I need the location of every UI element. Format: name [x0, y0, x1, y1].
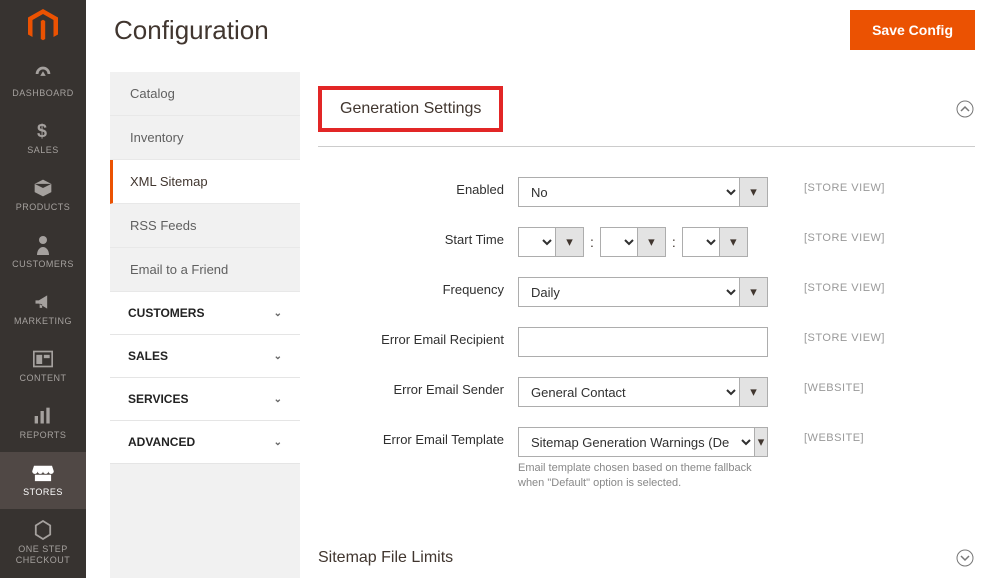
nav-label: DASHBOARD — [12, 88, 74, 98]
chevron-down-icon: ⌄ — [274, 437, 282, 448]
select-enabled[interactable]: No ▾ — [518, 177, 768, 207]
chevron-down-icon: ⌄ — [274, 394, 282, 405]
expand-down-icon — [955, 548, 975, 568]
nav-label: REPORTS — [20, 430, 67, 440]
scope-label: [WEBSITE] — [768, 427, 864, 444]
bars-icon — [33, 405, 53, 427]
dropdown-arrow-icon: ▾ — [637, 228, 665, 256]
person-icon — [36, 234, 50, 256]
dropdown-arrow-icon: ▾ — [719, 228, 747, 256]
select-error-sender[interactable]: General Contact ▾ — [518, 377, 768, 407]
group-label: SALES — [128, 349, 168, 363]
sidebar-item-email-friend[interactable]: Email to a Friend — [110, 248, 300, 292]
select-error-template[interactable]: Sitemap Generation Warnings (De ▾ — [518, 427, 768, 457]
layout-icon — [33, 348, 53, 370]
select-minute[interactable]: 00▾ — [600, 227, 666, 257]
scope-label: [STORE VIEW] — [768, 177, 885, 194]
select-frequency[interactable]: Daily ▾ — [518, 277, 768, 307]
store-icon — [32, 462, 54, 484]
sidebar-item-rss-feeds[interactable]: RSS Feeds — [110, 204, 300, 248]
label-error-template: Error Email Template — [318, 427, 518, 447]
nav-label: STORES — [23, 487, 63, 497]
config-sidebar: Catalog Inventory XML Sitemap RSS Feeds … — [110, 72, 300, 578]
dropdown-arrow-icon: ▾ — [555, 228, 583, 256]
scope-label: [STORE VIEW] — [768, 277, 885, 294]
label-error-sender: Error Email Sender — [318, 377, 518, 397]
section-generation-settings[interactable]: Generation Settings — [318, 72, 975, 147]
dropdown-arrow-icon: ▾ — [739, 278, 767, 306]
field-hint: Email template chosen based on theme fal… — [518, 461, 758, 492]
scope-label: [WEBSITE] — [768, 377, 864, 394]
nav-label: CONTENT — [20, 373, 67, 383]
nav-content[interactable]: CONTENT — [0, 338, 86, 395]
scope-label: [STORE VIEW] — [768, 327, 885, 344]
scope-label: [STORE VIEW] — [768, 227, 885, 244]
svg-text:$: $ — [37, 121, 48, 141]
label-enabled: Enabled — [318, 177, 518, 197]
time-separator: : — [666, 234, 682, 250]
sidebar-group-sales[interactable]: SALES ⌄ — [110, 335, 300, 378]
nav-customers[interactable]: CUSTOMERS — [0, 224, 86, 281]
sidebar-item-catalog[interactable]: Catalog — [110, 72, 300, 116]
group-label: SERVICES — [128, 392, 188, 406]
select-hour[interactable]: 00▾ — [518, 227, 584, 257]
sidebar-group-services[interactable]: SERVICES ⌄ — [110, 378, 300, 421]
save-config-button[interactable]: Save Config — [850, 10, 975, 50]
select-second[interactable]: 00▾ — [682, 227, 748, 257]
nav-label: SALES — [27, 145, 59, 155]
nav-dashboard[interactable]: DASHBOARD — [0, 53, 86, 110]
group-label: CUSTOMERS — [128, 306, 204, 320]
sidebar-group-customers[interactable]: CUSTOMERS ⌄ — [110, 292, 300, 335]
sidebar-group-advanced[interactable]: ADVANCED ⌄ — [110, 421, 300, 464]
dropdown-arrow-icon: ▾ — [739, 178, 767, 206]
section-sitemap-file-limits[interactable]: Sitemap File Limits — [318, 530, 975, 578]
label-error-recipient: Error Email Recipient — [318, 327, 518, 347]
section-title: Generation Settings — [340, 100, 481, 117]
chevron-down-icon: ⌄ — [274, 308, 282, 319]
highlight-box: Generation Settings — [318, 86, 503, 132]
nav-marketing[interactable]: MARKETING — [0, 281, 86, 338]
dropdown-arrow-icon: ▾ — [754, 428, 767, 456]
input-error-recipient[interactable] — [518, 327, 768, 357]
nav-stores[interactable]: STORES — [0, 452, 86, 509]
chevron-down-icon: ⌄ — [274, 351, 282, 362]
box-icon — [33, 177, 53, 199]
label-start-time: Start Time — [318, 227, 518, 247]
group-label: ADVANCED — [128, 435, 195, 449]
megaphone-icon — [33, 291, 53, 313]
nav-label: MARKETING — [14, 316, 72, 326]
time-separator: : — [584, 234, 600, 250]
dashboard-icon — [32, 63, 54, 85]
sidebar-item-xml-sitemap[interactable]: XML Sitemap — [110, 160, 300, 204]
hexagon-icon — [34, 519, 52, 541]
label-frequency: Frequency — [318, 277, 518, 297]
nav-products[interactable]: PRODUCTS — [0, 167, 86, 224]
page-title: Configuration — [114, 15, 269, 46]
sidebar-item-inventory[interactable]: Inventory — [110, 116, 300, 160]
nav-sales[interactable]: $ SALES — [0, 110, 86, 167]
nav-label: PRODUCTS — [16, 202, 71, 212]
dollar-icon: $ — [35, 120, 51, 142]
nav-label: CUSTOMERS — [12, 259, 74, 269]
magento-logo[interactable] — [23, 6, 63, 45]
nav-reports[interactable]: REPORTS — [0, 395, 86, 452]
nav-one-step-checkout[interactable]: ONE STEP CHECKOUT — [0, 509, 86, 578]
collapse-up-icon — [955, 99, 975, 119]
admin-left-nav: DASHBOARD $ SALES PRODUCTS CUSTOMERS MAR… — [0, 0, 86, 578]
section-title: Sitemap File Limits — [318, 549, 453, 567]
dropdown-arrow-icon: ▾ — [739, 378, 767, 406]
nav-label: ONE STEP CHECKOUT — [2, 544, 84, 566]
